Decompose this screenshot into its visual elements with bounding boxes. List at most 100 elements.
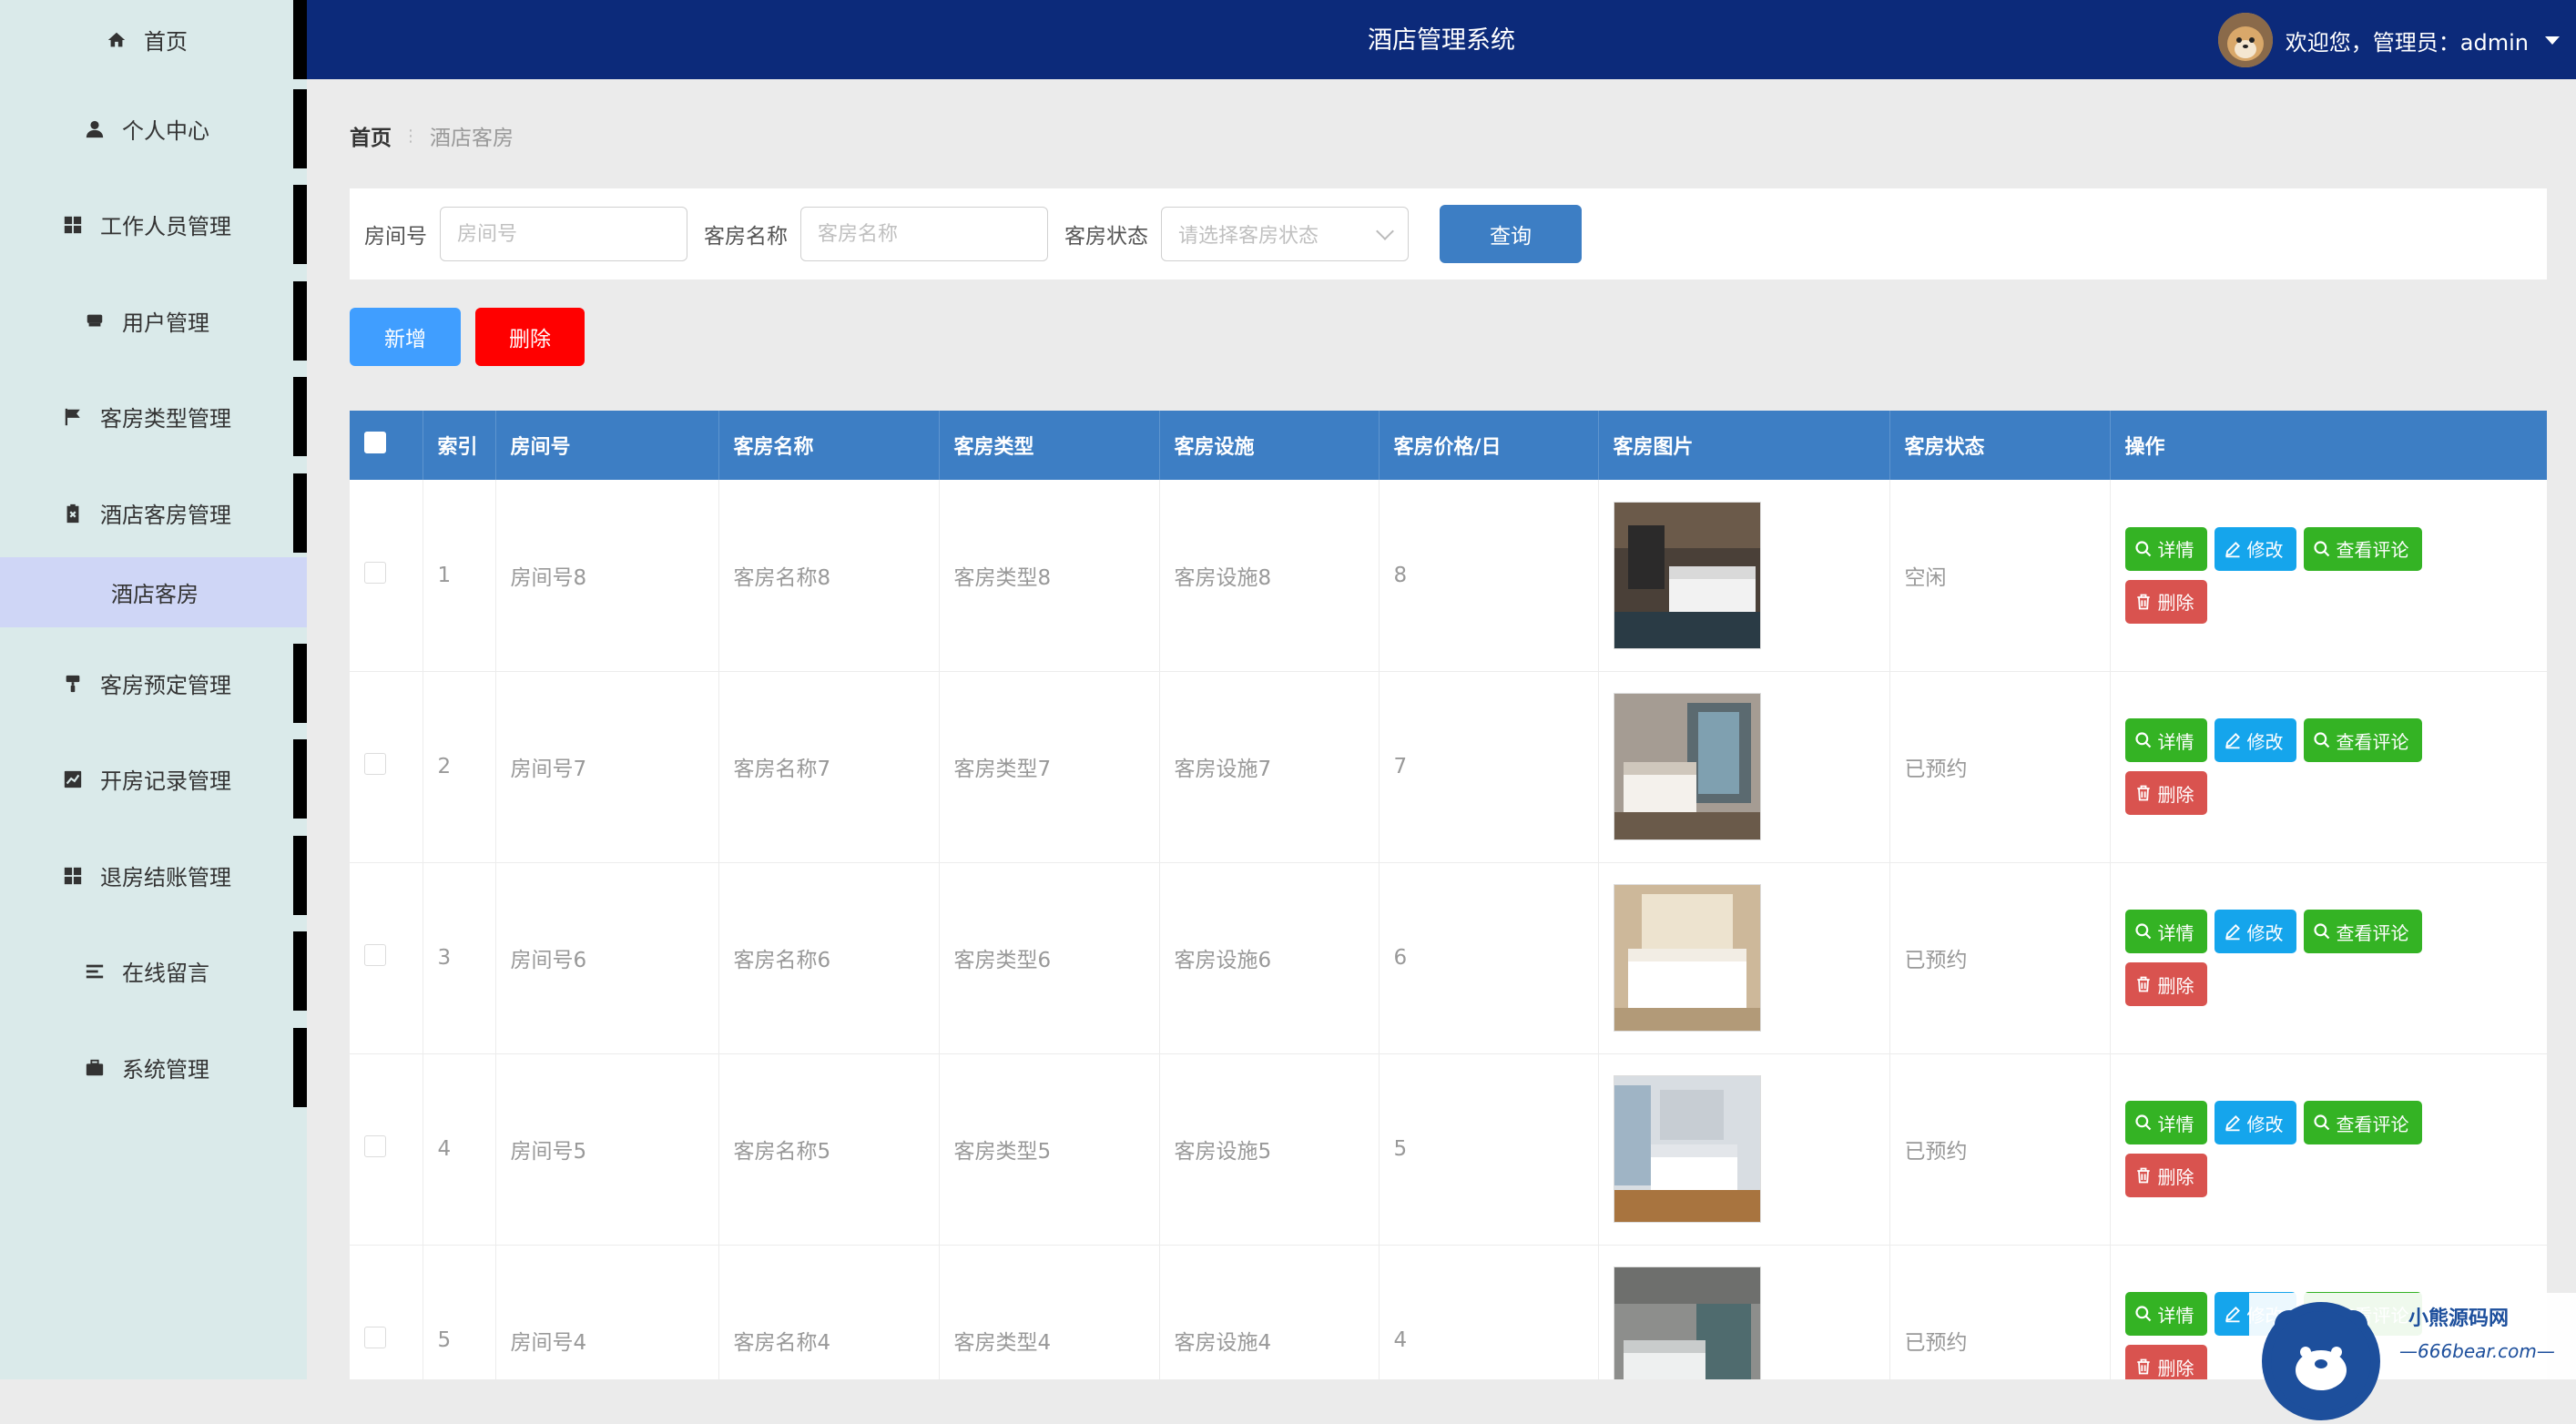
- detail-button[interactable]: 详情: [2124, 1292, 2207, 1336]
- cell-index: 4: [423, 1053, 496, 1246]
- trash-icon: [2134, 593, 2153, 611]
- search-icon: [2313, 1114, 2331, 1132]
- row-delete-button[interactable]: 删除: [2124, 962, 2207, 1006]
- sidebar-item-checkin-records[interactable]: 开房记录管理: [0, 739, 307, 819]
- cell-facility: 客房设施8: [1159, 480, 1380, 672]
- row-delete-button[interactable]: 删除: [2124, 1345, 2207, 1379]
- table-row: 2 房间号7 客房名称7 客房类型7 客房设施7 7 已预约 详情 修改 查看评论 删除: [350, 671, 2547, 863]
- sidebar-item-room-types[interactable]: 客房类型管理: [0, 377, 307, 456]
- edit-button[interactable]: 修改: [2214, 1101, 2296, 1144]
- edit-icon: [2224, 1114, 2242, 1132]
- chevron-down-icon: [1376, 222, 1394, 240]
- detail-button[interactable]: 详情: [2124, 910, 2207, 953]
- room-image[interactable]: [1613, 1075, 1761, 1223]
- row-actions: 详情 修改 查看评论删除: [2124, 718, 2471, 815]
- cell-room-no: 房间号4: [495, 1245, 719, 1379]
- search-icon: [2134, 922, 2153, 941]
- edit-label: 修改: [2246, 1113, 2284, 1135]
- cell-room-name: 客房名称4: [718, 1245, 940, 1379]
- row-checkbox[interactable]: [364, 753, 386, 775]
- detail-button[interactable]: 详情: [2124, 526, 2207, 571]
- row-select-cell: [350, 480, 423, 672]
- select-all-checkbox[interactable]: [364, 432, 386, 453]
- bed-icon: [84, 310, 106, 332]
- edit-icon: [2224, 731, 2242, 749]
- row-checkbox[interactable]: [364, 561, 386, 584]
- paint-roller-icon: [62, 673, 84, 695]
- detail-label: 详情: [2157, 1113, 2194, 1135]
- edit-label: 修改: [2246, 539, 2284, 562]
- watermark-url: —666bear.com—: [2399, 1340, 2555, 1362]
- row-delete-button[interactable]: 删除: [2124, 579, 2207, 624]
- detail-button[interactable]: 详情: [2124, 1101, 2207, 1144]
- cell-price: 8: [1379, 480, 1599, 672]
- col-header: 客房类型: [939, 411, 1160, 480]
- detail-button[interactable]: 详情: [2124, 718, 2207, 762]
- room-name-label: 客房名称: [704, 225, 788, 249]
- grid-icon: [62, 865, 84, 887]
- sidebar-item-system[interactable]: 系统管理: [0, 1028, 307, 1107]
- edit-button[interactable]: 修改: [2214, 910, 2296, 953]
- room-image[interactable]: [1613, 884, 1761, 1032]
- row-checkbox[interactable]: [364, 1327, 386, 1348]
- col-header: 客房价格/日: [1379, 411, 1599, 480]
- room-name-input[interactable]: [800, 207, 1048, 261]
- sidebar-subitem-hotel-room[interactable]: 酒店客房: [0, 557, 307, 627]
- user-menu[interactable]: 欢迎您，管理员：admin: [2217, 13, 2560, 67]
- row-select-cell: [350, 1245, 423, 1379]
- breadcrumb-current: 酒店客房: [430, 127, 514, 150]
- row-checkbox[interactable]: [364, 944, 386, 966]
- chevron-down-icon: [2545, 36, 2560, 45]
- col-header: 操作: [2110, 411, 2547, 480]
- edit-button[interactable]: 修改: [2214, 718, 2296, 762]
- delete-button[interactable]: 删除: [475, 308, 585, 366]
- row-checkbox[interactable]: [364, 1135, 386, 1157]
- room-image[interactable]: [1613, 1266, 1761, 1379]
- watermark: 小熊源码网 —666bear.com—: [2249, 1293, 2576, 1420]
- sidebar-item-label: 工作人员管理: [100, 214, 231, 239]
- room-image[interactable]: [1613, 501, 1761, 649]
- select-all-cell: [350, 411, 423, 480]
- edit-icon: [2224, 1305, 2242, 1323]
- row-actions: 详情 修改 查看评论删除: [2124, 910, 2471, 1006]
- review-label: 查看评论: [2336, 1113, 2409, 1135]
- detail-label: 详情: [2157, 921, 2194, 944]
- room-status-select[interactable]: 请选择客房状态: [1161, 207, 1409, 261]
- search-panel: 房间号 客房名称 客房状态 请选择客房状态 查询: [350, 188, 2547, 280]
- edit-button[interactable]: 修改: [2214, 526, 2296, 571]
- view-reviews-button[interactable]: 查看评论: [2303, 526, 2422, 571]
- view-reviews-button[interactable]: 查看评论: [2303, 718, 2422, 762]
- sidebar-item-home[interactable]: 首页: [0, 0, 307, 79]
- sidebar-item-users[interactable]: 用户管理: [0, 281, 307, 361]
- room-no-input[interactable]: [440, 207, 687, 261]
- cell-index: 5: [423, 1245, 496, 1379]
- edit-icon: [2224, 540, 2242, 558]
- sidebar-item-hotel-rooms[interactable]: 酒店客房管理: [0, 473, 307, 553]
- view-reviews-button[interactable]: 查看评论: [2303, 910, 2422, 953]
- sidebar-item-messages[interactable]: 在线留言: [0, 931, 307, 1011]
- col-header: 房间号: [495, 411, 719, 480]
- sidebar-item-checkout[interactable]: 退房结账管理: [0, 836, 307, 915]
- cell-room-type: 客房类型4: [939, 1245, 1160, 1379]
- home-icon: [106, 29, 127, 51]
- add-button[interactable]: 新增: [350, 308, 461, 366]
- sidebar-item-staff[interactable]: 工作人员管理: [0, 185, 307, 264]
- cell-facility: 客房设施6: [1159, 862, 1380, 1054]
- view-reviews-button[interactable]: 查看评论: [2303, 1101, 2422, 1144]
- room-image[interactable]: [1613, 693, 1761, 840]
- cell-image: [1598, 1053, 1890, 1246]
- row-select-cell: [350, 1053, 423, 1246]
- sidebar-item-reservations[interactable]: 客房预定管理: [0, 644, 307, 723]
- review-label: 查看评论: [2336, 730, 2409, 753]
- cell-room-name: 客房名称7: [718, 671, 940, 863]
- avatar: [2217, 13, 2273, 67]
- sidebar-item-personal-center[interactable]: 个人中心: [0, 89, 307, 168]
- query-button[interactable]: 查询: [1440, 205, 1582, 263]
- row-delete-button[interactable]: 删除: [2124, 1154, 2207, 1197]
- sidebar-item-label: 退房结账管理: [100, 865, 231, 890]
- cell-room-type: 客房类型7: [939, 671, 1160, 863]
- cell-facility: 客房设施7: [1159, 671, 1380, 863]
- row-delete-button[interactable]: 删除: [2124, 771, 2207, 815]
- breadcrumb-home[interactable]: 首页: [350, 120, 392, 151]
- cell-image: [1598, 862, 1890, 1054]
